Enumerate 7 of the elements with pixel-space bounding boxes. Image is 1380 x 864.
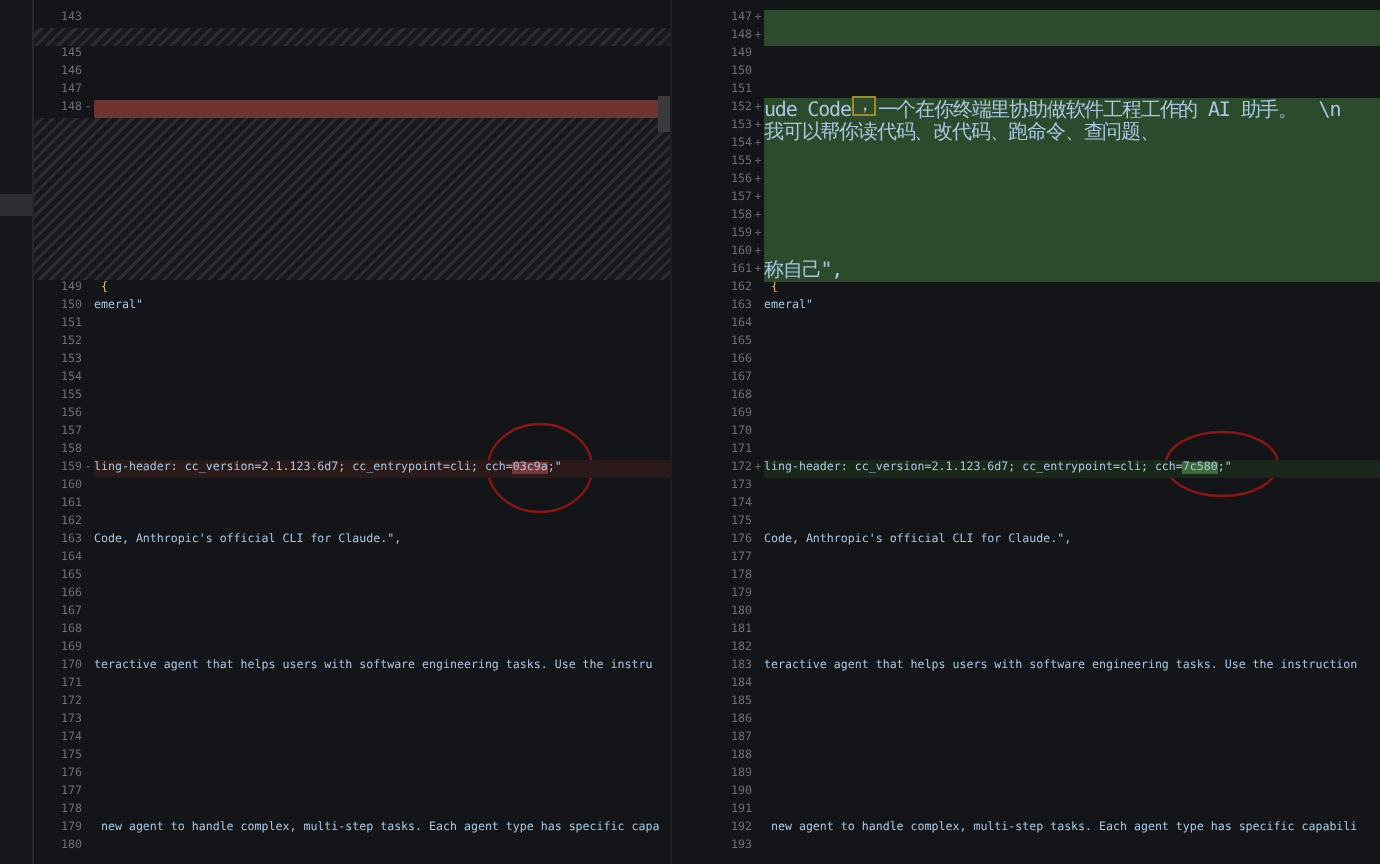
code-text: ude Code xyxy=(764,100,851,122)
cursor-highlight: ， xyxy=(854,98,874,114)
code-text: 我可以帮你读代码、改代码、跑命令、查问题、 xyxy=(764,122,1159,144)
scrollbar-thumb[interactable] xyxy=(658,96,670,132)
code-text: 称自己", xyxy=(764,260,843,282)
code-text: 一个在你终端里协助做软件工程工作的 AI 助手。 \n xyxy=(877,100,1341,122)
annotation-circle xyxy=(486,422,594,514)
